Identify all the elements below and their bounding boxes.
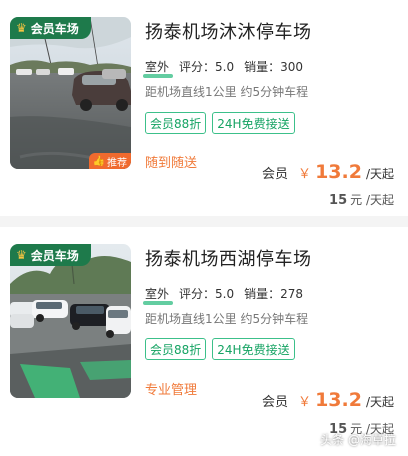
parking-title[interactable]: 扬泰机场西湖停车场	[145, 245, 312, 271]
recommend-tag: 👍 推荐	[88, 153, 131, 169]
rating-label: 评分：	[179, 287, 216, 301]
parking-card[interactable]: ♛ 会员车场 扬泰机场西湖停车场 室外 评分：5.0 销量：278 距机场直线1…	[0, 227, 408, 456]
crown-icon: ♛	[16, 248, 27, 262]
service-tags: 会员88折 24H免费接送	[145, 112, 295, 134]
promo-text: 专业管理	[145, 383, 198, 398]
parking-photo[interactable]: ♛ 会员车场 👍 推荐	[10, 17, 131, 169]
rating: 评分：5.0	[179, 285, 234, 302]
member-price: 会员 ￥ 13.2 /天起	[262, 389, 394, 411]
service-tags: 会员88折 24H免费接送	[145, 338, 295, 360]
environment-label: 室外	[142, 60, 174, 78]
service-tag: 会员88折	[145, 112, 207, 134]
original-price-amount: 15	[329, 193, 348, 208]
sales-label: 销量：	[244, 287, 281, 301]
price-amount: 13.2	[315, 161, 362, 183]
member-badge-label: 会员车场	[30, 248, 79, 263]
rating-label: 评分：	[179, 60, 216, 74]
member-parking-badge: ♛ 会员车场	[10, 17, 91, 39]
distance-text: 距机场直线1公里 约5分钟车程	[145, 85, 309, 99]
member-price: 会员 ￥ 13.2 /天起	[262, 161, 394, 183]
thumbs-up-icon: 👍	[92, 155, 105, 167]
currency-symbol: ￥	[298, 167, 312, 182]
sales-label: 销量：	[244, 60, 281, 74]
original-price-unit: 元 /天起	[350, 193, 394, 207]
service-tag: 24H免费接送	[212, 338, 295, 360]
service-tag: 会员88折	[145, 338, 207, 360]
rating: 评分：5.0	[179, 58, 234, 75]
parking-meta: 室外 评分：5.0 销量：278	[142, 285, 303, 305]
crown-icon: ♛	[16, 21, 27, 35]
sales: 销量：300	[244, 58, 303, 75]
recommend-label: 推荐	[107, 157, 127, 169]
parking-photo[interactable]: ♛ 会员车场	[10, 244, 131, 398]
currency-symbol: ￥	[298, 395, 312, 410]
member-badge-label: 会员车场	[30, 21, 79, 36]
parking-lot-photo	[10, 244, 131, 398]
promo-text: 随到随送	[145, 156, 198, 171]
parking-list: ♛ 会员车场 👍 推荐 扬泰机场沐沐停车场 室外 评分：5.0 销量：300 距…	[0, 0, 408, 456]
distance-text: 距机场直线1公里 约5分钟车程	[145, 312, 309, 326]
service-tag: 24H免费接送	[212, 112, 295, 134]
rating-value: 5.0	[215, 60, 235, 74]
sales-value: 278	[280, 287, 304, 301]
rating-value: 5.0	[215, 287, 235, 301]
environment-label: 室外	[142, 287, 174, 305]
parking-lot-photo	[10, 17, 131, 169]
original-price: 15 元 /天起	[329, 191, 394, 208]
price-unit: /天起	[365, 395, 394, 409]
sales-value: 300	[280, 60, 304, 74]
watermark: 头条 @海草拉	[320, 433, 396, 447]
parking-title[interactable]: 扬泰机场沐沐停车场	[145, 18, 312, 44]
sales: 销量：278	[244, 285, 303, 302]
member-price-label: 会员	[262, 395, 289, 410]
price-amount: 13.2	[315, 389, 362, 411]
price-unit: /天起	[365, 167, 394, 181]
parking-card[interactable]: ♛ 会员车场 👍 推荐 扬泰机场沐沐停车场 室外 评分：5.0 销量：300 距…	[0, 0, 408, 216]
parking-meta: 室外 评分：5.0 销量：300	[142, 58, 303, 78]
member-price-label: 会员	[262, 167, 289, 182]
member-parking-badge: ♛ 会员车场	[10, 244, 91, 266]
